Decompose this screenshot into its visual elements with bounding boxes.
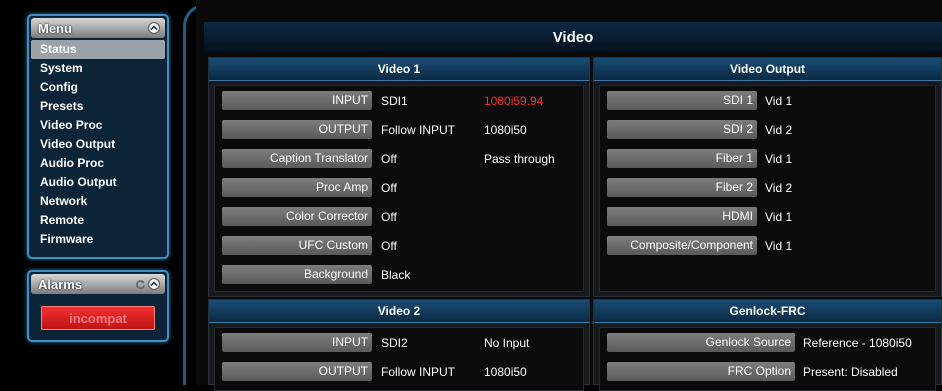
video2-section: Video 2 INPUT SDI2 No Input OUTPUT Follo… xyxy=(208,299,590,391)
ufc-custom-button[interactable]: UFC Custom xyxy=(222,236,372,255)
menu-list: Status System Config Presets Video Proc … xyxy=(31,40,165,249)
video1-row-ufc: UFC Custom Off xyxy=(215,231,583,260)
ufc-custom-value: Off xyxy=(381,238,397,253)
menu-item-network[interactable]: Network xyxy=(31,192,165,211)
menu-item-audio-proc[interactable]: Audio Proc xyxy=(31,154,165,173)
video2-input-button[interactable]: INPUT xyxy=(222,333,372,352)
video2-output-format: 1080i50 xyxy=(484,364,527,379)
video1-row-procamp: Proc Amp Off xyxy=(215,173,583,202)
fiber2-output-value: Vid 2 xyxy=(765,180,793,195)
refresh-icon[interactable] xyxy=(134,278,146,290)
video1-output-format: 1080i50 xyxy=(484,122,527,137)
vo-row-sdi2: SDI 2 Vid 2 xyxy=(600,115,935,144)
video2-row-input: INPUT SDI2 No Input xyxy=(215,328,583,357)
genlock-source-value: Reference - 1080i50 xyxy=(803,335,912,350)
hdmi-output-value: Vid 1 xyxy=(765,209,793,224)
sdi2-output-button[interactable]: SDI 2 xyxy=(607,120,757,139)
video2-output-value: Follow INPUT xyxy=(381,364,456,379)
sidebar: Menu Status System Config Presets Video … xyxy=(0,0,196,385)
sdi1-output-value: Vid 1 xyxy=(765,93,793,108)
caption-translator-button[interactable]: Caption Translator xyxy=(222,149,372,168)
video1-input-value: SDI1 xyxy=(381,93,408,108)
menu-item-video-output[interactable]: Video Output xyxy=(31,135,165,154)
alarms-title: Alarms xyxy=(38,276,83,292)
caption-translator-mode: Pass through xyxy=(484,151,555,166)
alarms-panel: Alarms incompat xyxy=(27,270,169,342)
video2-input-value: SDI2 xyxy=(381,335,408,350)
fiber2-output-button[interactable]: Fiber 2 xyxy=(607,178,757,197)
hdmi-output-button[interactable]: HDMI xyxy=(607,207,757,226)
video1-row-caption: Caption Translator Off Pass through xyxy=(215,144,583,173)
main-content: Video Video 1 INPUT SDI1 1080i59.94 OUTP… xyxy=(196,0,942,391)
fiber1-output-button[interactable]: Fiber 1 xyxy=(607,149,757,168)
color-corrector-value: Off xyxy=(381,209,397,224)
video2-body: INPUT SDI2 No Input OUTPUT Follow INPUT … xyxy=(214,327,584,391)
frc-option-button[interactable]: FRC Option xyxy=(607,362,795,381)
genlock-body: Genlock Source Reference - 1080i50 FRC O… xyxy=(599,327,936,391)
genlock-row-frc: FRC Option Present: Disabled xyxy=(600,357,935,386)
alarms-header: Alarms xyxy=(31,274,165,294)
menu-item-video-proc[interactable]: Video Proc xyxy=(31,116,165,135)
collapse-alarms-button[interactable] xyxy=(148,278,160,290)
menu-item-presets[interactable]: Presets xyxy=(31,97,165,116)
menu-item-audio-output[interactable]: Audio Output xyxy=(31,173,165,192)
background-value: Black xyxy=(381,267,411,282)
video2-output-button[interactable]: OUTPUT xyxy=(222,362,372,381)
menu-item-remote[interactable]: Remote xyxy=(31,211,165,230)
video-output-body: SDI 1 Vid 1 SDI 2 Vid 2 Fiber 1 Vid 1 Fi… xyxy=(599,85,936,292)
video1-input-button[interactable]: INPUT xyxy=(222,91,372,110)
menu-item-config[interactable]: Config xyxy=(31,78,165,97)
video1-output-button[interactable]: OUTPUT xyxy=(222,120,372,139)
video1-title: Video 1 xyxy=(209,58,589,81)
vo-row-fiber2: Fiber 2 Vid 2 xyxy=(600,173,935,202)
fiber1-output-value: Vid 1 xyxy=(765,151,793,166)
video-output-title: Video Output xyxy=(594,58,941,81)
proc-amp-button[interactable]: Proc Amp xyxy=(222,178,372,197)
page-title: Video xyxy=(204,22,942,52)
sdi1-output-button[interactable]: SDI 1 xyxy=(607,91,757,110)
alarm-incompat-button[interactable]: incompat xyxy=(41,306,155,330)
proc-amp-value: Off xyxy=(381,180,397,195)
composite-component-value: Vid 1 xyxy=(765,238,793,253)
video1-body: INPUT SDI1 1080i59.94 OUTPUT Follow INPU… xyxy=(214,85,584,292)
collapse-menu-button[interactable] xyxy=(148,22,160,34)
menu-item-firmware[interactable]: Firmware xyxy=(31,230,165,249)
video2-row-output: OUTPUT Follow INPUT 1080i50 xyxy=(215,357,583,386)
vo-row-composite: Composite/Component Vid 1 xyxy=(600,231,935,260)
video-output-section: Video Output SDI 1 Vid 1 SDI 2 Vid 2 Fib… xyxy=(593,57,942,297)
background-button[interactable]: Background xyxy=(222,265,372,284)
menu-panel: Menu Status System Config Presets Video … xyxy=(27,14,169,259)
genlock-row-source: Genlock Source Reference - 1080i50 xyxy=(600,328,935,357)
video1-input-format: 1080i59.94 xyxy=(484,93,544,108)
vo-row-sdi1: SDI 1 Vid 1 xyxy=(600,86,935,115)
vo-row-hdmi: HDMI Vid 1 xyxy=(600,202,935,231)
vo-row-fiber1: Fiber 1 Vid 1 xyxy=(600,144,935,173)
chevron-up-icon xyxy=(150,25,158,31)
video1-row-input: INPUT SDI1 1080i59.94 xyxy=(215,86,583,115)
chevron-up-icon xyxy=(150,281,158,287)
menu-title: Menu xyxy=(38,20,72,36)
menu-item-status[interactable]: Status xyxy=(31,40,165,59)
video1-row-output: OUTPUT Follow INPUT 1080i50 xyxy=(215,115,583,144)
genlock-title: Genlock-FRC xyxy=(594,300,941,323)
video1-row-background: Background Black xyxy=(215,260,583,289)
genlock-section: Genlock-FRC Genlock Source Reference - 1… xyxy=(593,299,942,391)
genlock-source-button[interactable]: Genlock Source xyxy=(607,333,795,352)
video1-section: Video 1 INPUT SDI1 1080i59.94 OUTPUT Fol… xyxy=(208,57,590,297)
menu-item-system[interactable]: System xyxy=(31,59,165,78)
video2-title: Video 2 xyxy=(209,300,589,323)
color-corrector-button[interactable]: Color Corrector xyxy=(222,207,372,226)
frc-option-value: Present: Disabled xyxy=(803,364,898,379)
video1-row-colorcorrector: Color Corrector Off xyxy=(215,202,583,231)
caption-translator-value: Off xyxy=(381,151,397,166)
composite-component-button[interactable]: Composite/Component xyxy=(607,236,757,255)
video2-input-format: No Input xyxy=(484,335,530,350)
sdi2-output-value: Vid 2 xyxy=(765,122,793,137)
menu-header: Menu xyxy=(31,18,165,38)
video1-output-value: Follow INPUT xyxy=(381,122,456,137)
